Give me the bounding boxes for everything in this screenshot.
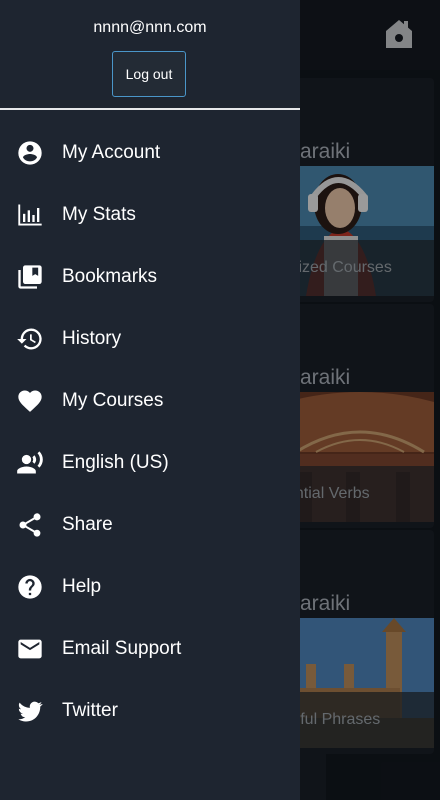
- menu-item-label: Share: [62, 514, 113, 535]
- logout-button[interactable]: Log out: [112, 51, 186, 97]
- menu-item-label: English (US): [62, 452, 169, 473]
- bar-chart-icon: [16, 201, 46, 229]
- menu-item-my-stats[interactable]: My Stats: [0, 184, 300, 246]
- navigation-drawer: nnnn@nnn.com Log out My Account My Stats…: [0, 0, 300, 800]
- menu-item-label: Twitter: [62, 700, 118, 721]
- share-icon: [16, 511, 46, 539]
- menu-item-label: Email Support: [62, 638, 182, 659]
- heart-icon: [16, 387, 46, 415]
- menu-item-my-courses[interactable]: My Courses: [0, 370, 300, 432]
- twitter-icon: [16, 697, 46, 725]
- voice-language-icon: [16, 449, 46, 477]
- user-email: nnnn@nnn.com: [93, 19, 207, 36]
- menu-item-twitter[interactable]: Twitter: [0, 680, 300, 742]
- bookmarks-icon: [16, 263, 46, 291]
- history-icon: [16, 325, 46, 353]
- menu-item-language[interactable]: English (US): [0, 432, 300, 494]
- menu-item-label: My Account: [62, 142, 161, 163]
- menu-item-label: My Courses: [62, 390, 164, 411]
- help-icon: [16, 573, 46, 601]
- account-circle-icon: [16, 139, 46, 167]
- menu-item-label: History: [62, 328, 122, 349]
- menu-item-bookmarks[interactable]: Bookmarks: [0, 246, 300, 308]
- menu-item-label: My Stats: [62, 204, 136, 225]
- menu-item-share[interactable]: Share: [0, 494, 300, 556]
- menu-item-email-support[interactable]: Email Support: [0, 618, 300, 680]
- menu-item-label: Bookmarks: [62, 266, 158, 287]
- menu-item-my-account[interactable]: My Account: [0, 122, 300, 184]
- menu-item-history[interactable]: History: [0, 308, 300, 370]
- menu-item-help[interactable]: Help: [0, 556, 300, 618]
- drawer-divider: [0, 108, 300, 110]
- email-icon: [16, 635, 46, 663]
- menu-item-label: Help: [62, 576, 102, 597]
